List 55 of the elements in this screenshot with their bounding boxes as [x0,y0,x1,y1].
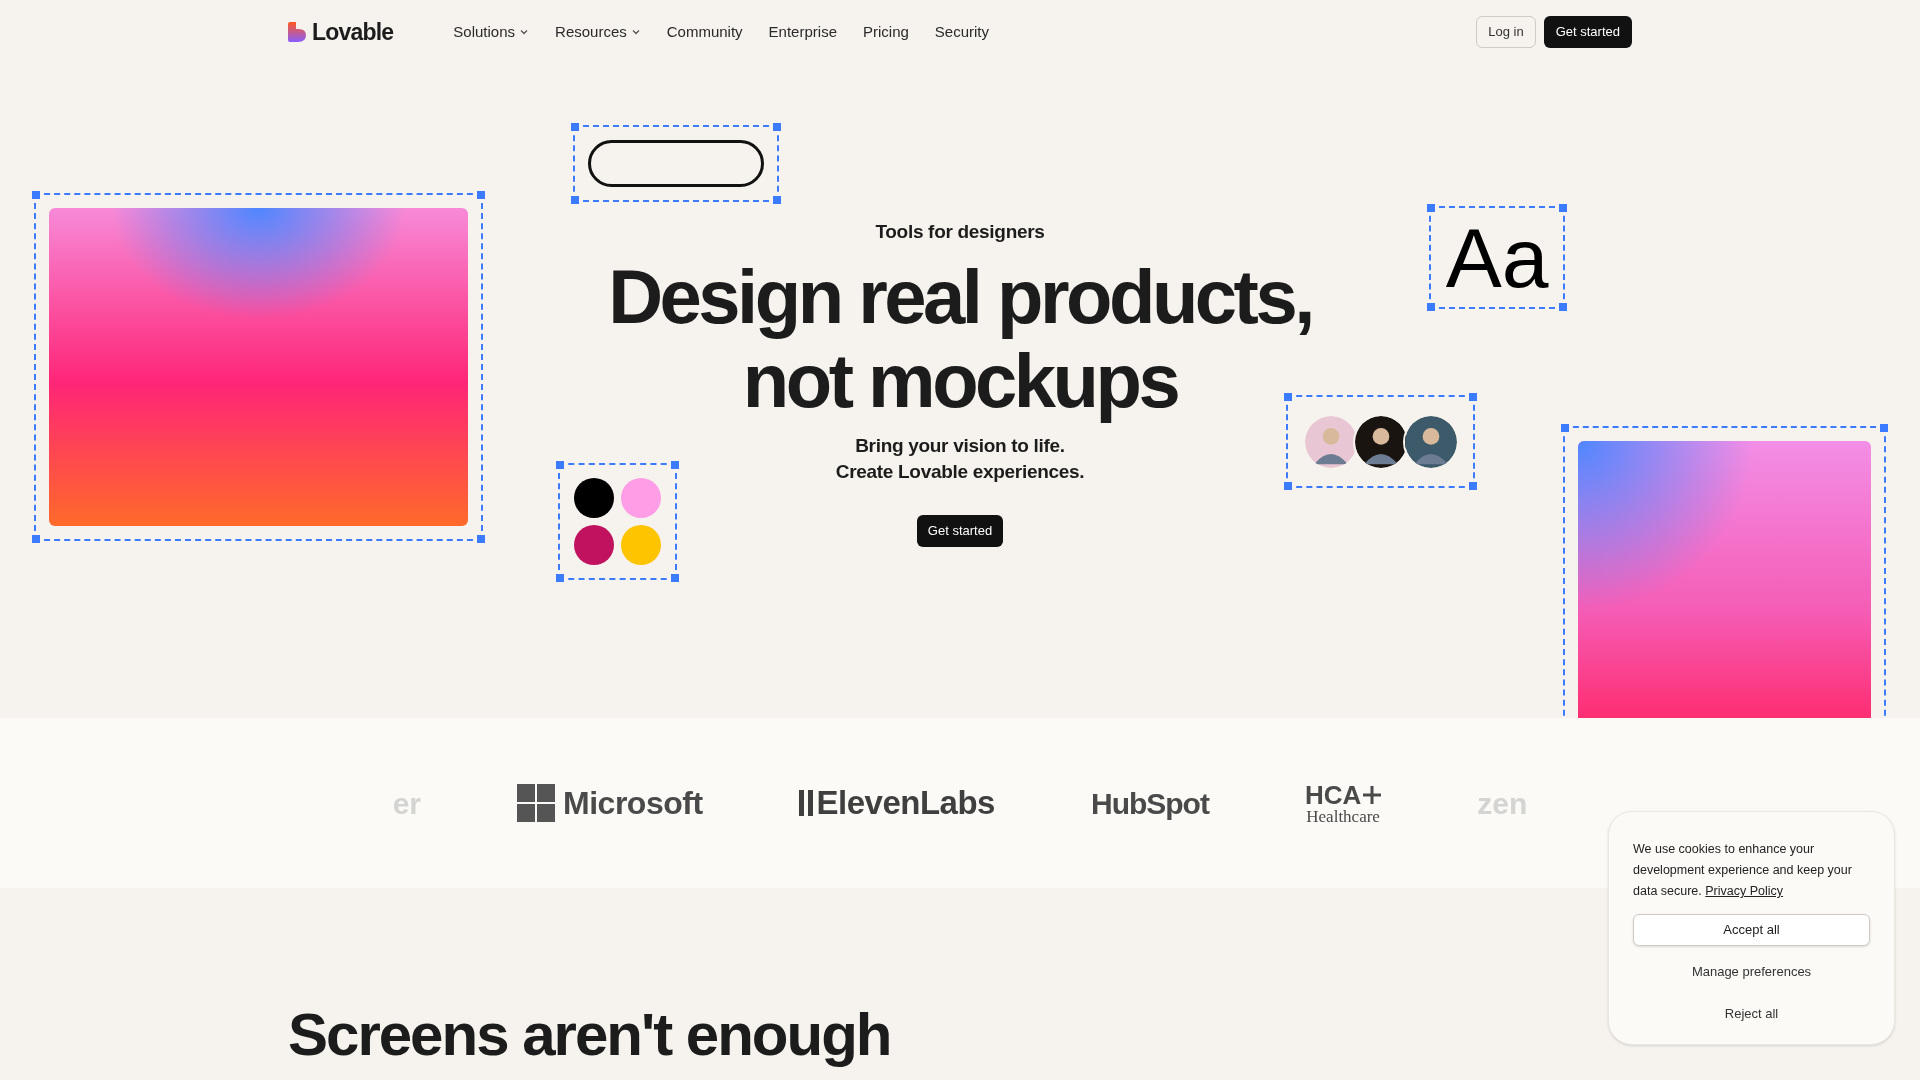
selection-handle[interactable] [1880,424,1888,432]
chevron-down-icon [519,27,530,37]
selection-handle[interactable] [32,191,40,199]
eyebrow-text: Tools for designers [875,220,1045,244]
partner-logo: Microsoft [563,784,703,823]
selection-handle[interactable] [773,196,781,204]
selection-handle[interactable] [773,123,781,131]
hero-subtitle: Create Lovable experiences. [835,459,1085,484]
selection-handle[interactable] [32,535,40,543]
windows-grid-icon [517,784,556,822]
reject-all-button[interactable]: Reject all [1633,998,1870,1030]
hero-heading: not mockups [742,338,1178,423]
selection-handle[interactable] [556,574,564,582]
avatar [1402,413,1459,470]
nav-link[interactable]: Enterprise [768,20,837,44]
selection-handle[interactable] [571,123,579,131]
nav-link[interactable]: Pricing [863,20,909,44]
get-started-button[interactable]: Get started [916,514,1004,547]
selection-handle[interactable] [1469,393,1477,401]
double-bar-icon [798,790,815,816]
partner-logo: HCA [1304,781,1362,808]
hero-subtitle: Bring your vision to life. [855,433,1065,458]
privacy-policy-link[interactable]: Privacy Policy [1705,884,1784,898]
selection-handle[interactable] [671,574,679,582]
type-sample: Aa [1445,215,1549,300]
cross-icon [1363,785,1382,804]
selection-handle[interactable] [1559,303,1567,311]
nav-link[interactable]: Security [934,20,990,44]
selection-handle[interactable] [1559,204,1567,212]
chevron-down-icon [630,27,641,37]
selection-handle[interactable] [1561,424,1569,432]
login-button[interactable]: Log in [1476,16,1536,48]
selection-handle[interactable] [1427,204,1435,212]
selection-handle[interactable] [1469,482,1477,490]
partner-logo: ElevenLabs [816,783,995,824]
selection-handle[interactable] [1284,482,1292,490]
nav-link[interactable]: Solutions [453,20,530,44]
section-heading: Screens aren't enough [288,1000,892,1070]
nav-link[interactable]: Resources [555,20,641,44]
brand-name[interactable]: Lovable [312,14,394,50]
nav-link[interactable]: Community [666,20,743,44]
manage-preferences-button[interactable]: Manage preferences [1633,956,1870,988]
accept-all-button[interactable]: Accept all [1633,914,1870,946]
hero-heading: Design real products, [608,254,1312,339]
selection-handle[interactable] [477,191,485,199]
selection-handle[interactable] [671,461,679,469]
selection-handle[interactable] [556,461,564,469]
partner-logo-subtitle: Healthcare [1306,807,1380,825]
cookie-message: We use cookies to enhance your development experience and keep your data secure. Privacy Policy [1633,841,1853,900]
selection-handle[interactable] [571,196,579,204]
partner-logo: HubSpot [1090,785,1209,822]
selection-handle[interactable] [1284,393,1292,401]
get-started-button[interactable]: Get started [1543,16,1632,48]
selection-handle[interactable] [477,535,485,543]
selection-handle[interactable] [1427,303,1435,311]
